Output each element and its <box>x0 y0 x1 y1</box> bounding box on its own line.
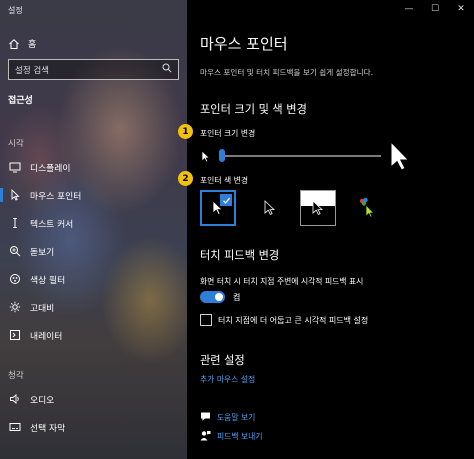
sidebar-item-audio[interactable]: 오디오 <box>0 388 187 410</box>
search-placeholder: 설정 검색 <box>15 65 49 76</box>
pointer-color-white-option[interactable] <box>200 190 236 226</box>
selected-check-icon <box>220 194 232 206</box>
sidebar-item-label: 마우스 포인터 <box>30 191 82 202</box>
text-cursor-icon <box>9 217 21 229</box>
sidebar-item-home[interactable]: 홈 <box>8 37 36 50</box>
current-section-heading: 접근성 <box>8 96 33 106</box>
high-contrast-icon <box>9 301 21 313</box>
get-help-label: 도움말 보기 <box>217 413 256 422</box>
pointer-section-heading: 포인터 크기 및 색 변경 <box>200 103 307 116</box>
sidebar-item-label: 고대비 <box>30 303 55 314</box>
group-label-vision: 시각 <box>8 139 24 149</box>
annotation-badge-1: 1 <box>178 124 193 139</box>
pointer-size-label: 포인터 크기 변경 <box>200 129 256 138</box>
sidebar-item-label: 홈 <box>28 40 37 50</box>
maximize-button[interactable]: ☐ <box>422 0 448 18</box>
search-icon <box>162 63 172 76</box>
get-help-link[interactable]: 도움말 보기 <box>200 411 255 424</box>
page-description: 마우스 포인터 및 터치 피드백을 보기 쉽게 설정합니다. <box>200 68 374 77</box>
darker-feedback-label: 터치 지점에 더 어둡고 큰 시각적 피드백 설정 <box>218 316 369 325</box>
sidebar-item-narrator[interactable]: 내레이터 <box>0 324 187 346</box>
send-feedback-label: 피드백 보내기 <box>217 432 263 441</box>
close-button[interactable]: ✕ <box>448 0 474 18</box>
darker-feedback-checkbox[interactable] <box>200 314 212 326</box>
sidebar-item-color-filter[interactable]: 색상 필터 <box>0 268 187 290</box>
touch-feedback-description: 화면 터치 시 터치 지점 주변에 시각적 피드백 표시 <box>200 277 364 286</box>
home-icon <box>8 38 20 50</box>
sidebar-item-high-contrast[interactable]: 고대비 <box>0 296 187 318</box>
sidebar-item-label: 디스플레이 <box>30 163 71 174</box>
captions-icon <box>9 421 21 433</box>
speaker-icon <box>9 393 21 405</box>
help-chat-icon <box>200 411 211 424</box>
touch-feedback-toggle[interactable] <box>200 291 225 303</box>
window-controls: — ☐ ✕ <box>396 0 474 18</box>
pointer-color-black-option[interactable] <box>252 190 288 226</box>
feedback-person-icon <box>200 430 211 443</box>
sidebar-item-label: 텍스트 커서 <box>30 219 74 230</box>
sidebar: 설정 홈 설정 검색 접근성 시각 디스플레이 마우스 포인터 텍스트 커서 돋… <box>0 0 187 459</box>
page-title: 마우스 포인터 <box>200 35 288 53</box>
sidebar-item-mouse-pointer[interactable]: 마우스 포인터 <box>0 184 187 206</box>
sidebar-item-label: 돋보기 <box>30 247 55 258</box>
toggle-knob <box>215 293 223 301</box>
additional-mouse-settings-link[interactable]: 추가 마우스 설정 <box>200 374 255 385</box>
send-feedback-link[interactable]: 피드백 보내기 <box>200 430 263 443</box>
small-pointer-icon <box>201 148 211 167</box>
window-title: 설정 <box>8 6 23 15</box>
narrator-icon <box>9 329 21 341</box>
sidebar-item-label: 오디오 <box>30 395 55 406</box>
sidebar-item-magnifier[interactable]: 돋보기 <box>0 240 187 262</box>
sidebar-item-label: 선택 자막 <box>30 423 66 434</box>
pointer-color-inverted-option[interactable] <box>300 190 336 226</box>
magnifier-icon <box>9 245 21 257</box>
mouse-pointer-icon <box>9 189 21 201</box>
search-input[interactable]: 설정 검색 <box>8 59 179 80</box>
sidebar-item-captions[interactable]: 선택 자막 <box>0 416 187 438</box>
main-panel: — ☐ ✕ 마우스 포인터 마우스 포인터 및 터치 피드백을 보기 쉽게 설정… <box>178 0 474 459</box>
pointer-color-custom-option[interactable] <box>350 190 386 226</box>
pointer-color-label: 포인터 색 변경 <box>200 176 248 185</box>
color-filter-icon <box>9 273 21 285</box>
sidebar-item-label: 내레이터 <box>30 331 63 342</box>
group-label-hearing: 청각 <box>8 371 24 381</box>
annotation-badge-2: 2 <box>178 171 193 186</box>
settings-window: 설정 홈 설정 검색 접근성 시각 디스플레이 마우스 포인터 텍스트 커서 돋… <box>0 0 474 459</box>
minimize-button[interactable]: — <box>396 0 422 18</box>
sidebar-item-display[interactable]: 디스플레이 <box>0 156 187 178</box>
pointer-size-slider-thumb[interactable] <box>219 149 225 162</box>
sidebar-item-text-cursor[interactable]: 텍스트 커서 <box>0 212 187 234</box>
large-pointer-icon <box>389 140 411 176</box>
pointer-size-slider-track[interactable] <box>223 155 381 157</box>
sidebar-item-label: 색상 필터 <box>30 275 66 286</box>
related-settings-heading: 관련 설정 <box>200 354 245 367</box>
touch-section-heading: 터치 피드백 변경 <box>200 249 280 262</box>
toggle-state-label: 켬 <box>233 293 241 302</box>
monitor-icon <box>9 161 21 173</box>
